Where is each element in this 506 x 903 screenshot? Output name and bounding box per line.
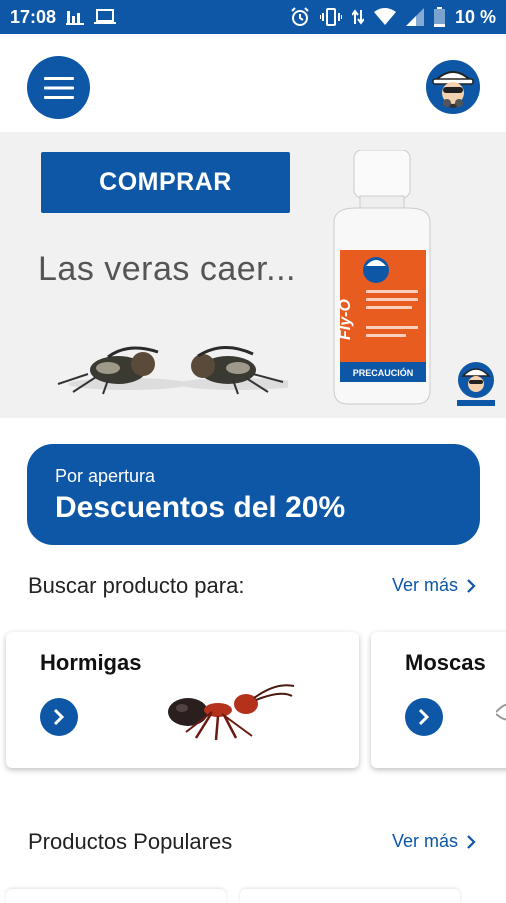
chevron-right-icon: [53, 708, 65, 726]
exterminator-logo[interactable]: [425, 59, 481, 115]
wifi-icon: [373, 8, 396, 26]
product-bottle-image: PRECAUCIÓN Fly-O: [333, 150, 431, 405]
hamburger-menu-icon: [43, 76, 74, 99]
battery-icon: [433, 7, 445, 27]
laptop-icon: [94, 9, 117, 25]
product-card-peek[interactable]: [240, 889, 460, 903]
promo-title: Descuentos del 20%: [55, 491, 346, 524]
vibrate-icon: [319, 8, 342, 26]
status-time: 17:08: [10, 6, 57, 27]
search-section-title: Buscar producto para:: [28, 573, 245, 598]
category-arrow-button[interactable]: [40, 698, 78, 736]
banner-tagline: Las veras caer...: [38, 250, 296, 288]
promo-banner[interactable]: Por apertura Descuentos del 20%: [27, 444, 480, 545]
promo-subtitle: Por apertura: [55, 466, 156, 486]
hero-banner[interactable]: COMPRAR Las veras caer... PRECAUCIÓN Fly…: [0, 132, 506, 418]
data-arrows-icon: [351, 8, 364, 26]
bottle-warning-label: PRECAUCIÓN: [353, 367, 414, 378]
category-card-moscas[interactable]: Moscas: [371, 632, 506, 768]
popular-see-more-link[interactable]: Ver más: [392, 831, 476, 852]
chevron-right-icon: [467, 834, 476, 849]
signal-icon: [405, 8, 424, 26]
popular-section-title: Productos Populares: [28, 829, 233, 854]
fly-image: [496, 703, 506, 721]
search-see-more-label: Ver más: [391, 575, 458, 595]
dead-flies-image: [57, 346, 288, 395]
chevron-right-icon: [418, 708, 430, 726]
buy-button[interactable]: COMPRAR: [41, 152, 290, 213]
bar-chart-icon: [66, 9, 85, 25]
popular-products-row-peek: [0, 885, 506, 900]
exterminator-small-logo: [457, 362, 495, 406]
ant-image: [168, 684, 295, 741]
popular-see-more-label: Ver más: [391, 831, 458, 851]
search-see-more-link[interactable]: Ver más: [392, 575, 476, 596]
category-label: Moscas: [405, 650, 486, 675]
alarm-icon: [290, 7, 310, 27]
category-label: Hormigas: [40, 650, 142, 675]
category-arrow-button[interactable]: [405, 698, 443, 736]
status-bar: 17:08 10 %: [0, 0, 506, 34]
product-card-peek[interactable]: [6, 889, 226, 903]
category-card-hormigas[interactable]: Hormigas: [6, 632, 359, 768]
menu-button[interactable]: [27, 56, 90, 119]
battery-percent: 10 %: [454, 6, 496, 27]
chevron-right-icon: [467, 578, 476, 593]
bottle-product-name: Fly-O: [337, 299, 354, 340]
app-bar: [0, 34, 506, 132]
